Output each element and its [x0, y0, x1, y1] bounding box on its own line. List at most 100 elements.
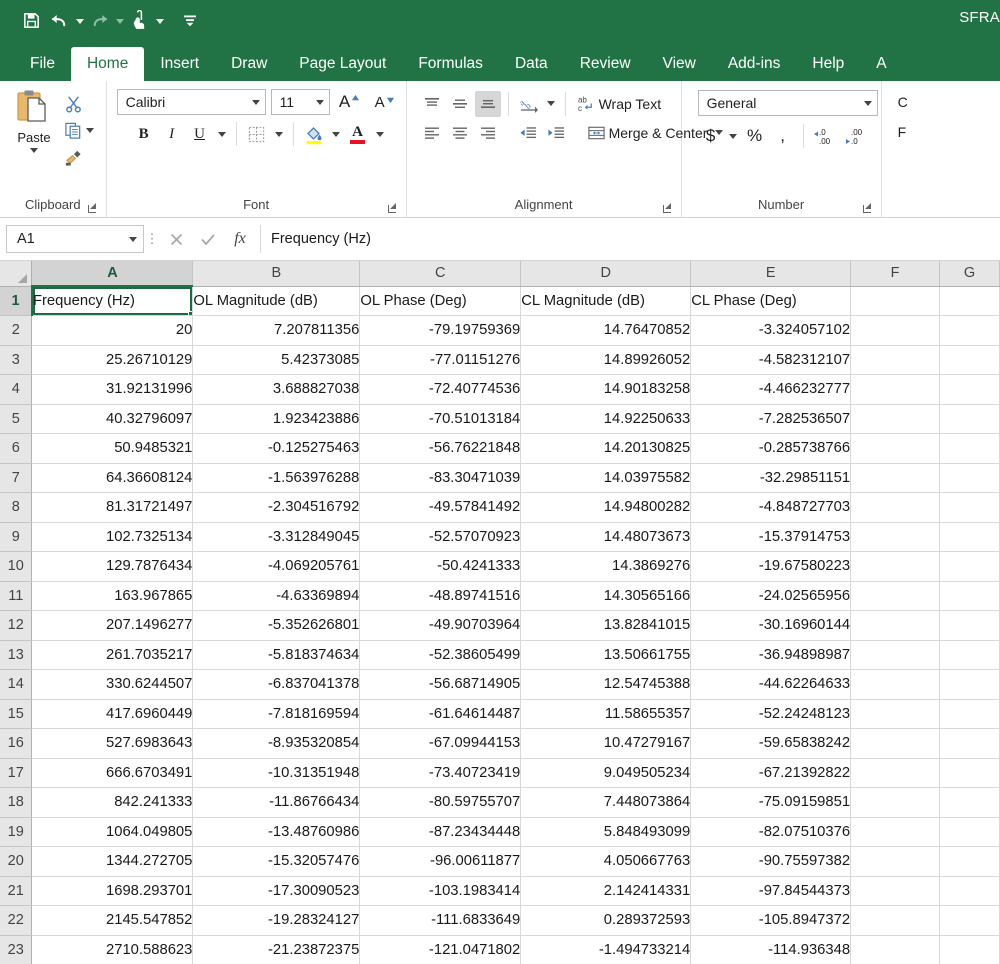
cell-D23[interactable]: -1.494733214 — [520, 935, 692, 964]
cell-C11[interactable]: -48.89741516 — [359, 581, 522, 611]
row-header-4[interactable]: 4 — [0, 374, 33, 405]
cell-C10[interactable]: -50.4241333 — [359, 551, 522, 582]
column-header-d[interactable]: D — [520, 261, 692, 287]
cell-B18[interactable]: -11.86766434 — [192, 787, 361, 818]
cell-C6[interactable]: -56.76221848 — [359, 433, 522, 464]
cell-C13[interactable]: -52.38605499 — [359, 640, 522, 670]
cell-D8[interactable]: 14.94800282 — [520, 492, 692, 523]
cell-A13[interactable]: 261.7035217 — [31, 640, 194, 670]
cell-A12[interactable]: 207.1496277 — [31, 610, 194, 641]
row-header-15[interactable]: 15 — [0, 699, 33, 729]
cell-B3[interactable]: 5.42373085 — [192, 345, 361, 375]
paste-chevron-down-icon[interactable] — [30, 148, 38, 153]
row-header-10[interactable]: 10 — [0, 551, 33, 582]
cell-B4[interactable]: 3.688827038 — [192, 374, 361, 405]
number-dialog-launcher[interactable] — [862, 203, 873, 214]
decrease-font-size-button[interactable]: A — [370, 89, 400, 115]
cell-C9[interactable]: -52.57070923 — [359, 522, 522, 552]
cell-D20[interactable]: 4.050667763 — [520, 846, 692, 877]
cell-G16[interactable] — [939, 728, 1000, 759]
format-painter-button[interactable] — [64, 145, 94, 169]
cell-B17[interactable]: -10.31351948 — [192, 758, 361, 788]
number-format-combo[interactable]: General — [697, 90, 878, 116]
cell-G15[interactable] — [939, 699, 1000, 729]
cell-B19[interactable]: -13.48760986 — [192, 817, 361, 847]
customize-quick-access-toolbar-icon[interactable] — [178, 6, 204, 34]
cell-C5[interactable]: -70.51013184 — [359, 404, 522, 434]
row-header-22[interactable]: 22 — [0, 905, 33, 936]
cell-D17[interactable]: 9.049505234 — [520, 758, 692, 788]
cell-F6[interactable] — [850, 433, 940, 464]
cell-G6[interactable] — [939, 433, 1000, 464]
cell-G18[interactable] — [939, 787, 1000, 818]
accounting-format-button[interactable]: $ — [698, 123, 724, 149]
touch-mouse-mode-icon[interactable] — [126, 6, 152, 34]
touch-mouse-dropdown-chevron-down-icon[interactable] — [156, 19, 164, 24]
cell-E16[interactable]: -59.65838242 — [690, 728, 852, 759]
italic-button[interactable]: I — [159, 121, 185, 147]
column-header-e[interactable]: E — [690, 261, 852, 287]
cell-D12[interactable]: 13.82841015 — [520, 610, 692, 641]
cell-A15[interactable]: 417.6960449 — [31, 699, 194, 729]
cell-F16[interactable] — [850, 728, 940, 759]
cell-A7[interactable]: 64.36608124 — [31, 463, 194, 493]
cell-C4[interactable]: -72.40774536 — [359, 374, 522, 405]
bold-button[interactable]: B — [131, 121, 157, 147]
row-header-5[interactable]: 5 — [0, 404, 33, 434]
tab-home[interactable]: Home — [70, 47, 145, 81]
cell-G2[interactable] — [939, 315, 1000, 346]
cell-G11[interactable] — [939, 581, 1000, 611]
cell-D22[interactable]: 0.289372593 — [520, 905, 692, 936]
cell-F9[interactable] — [850, 522, 940, 552]
decrease-indent-button[interactable] — [515, 120, 541, 146]
copy-button[interactable] — [64, 118, 94, 142]
cell-A19[interactable]: 1064.049805 — [31, 817, 194, 847]
cell-A23[interactable]: 2710.588623 — [31, 935, 194, 964]
cell-E13[interactable]: -36.94898987 — [690, 640, 852, 670]
cell-D18[interactable]: 7.448073864 — [520, 787, 692, 818]
cell-A9[interactable]: 102.7325134 — [31, 522, 194, 552]
tab-data[interactable]: Data — [499, 47, 564, 81]
cell-F14[interactable] — [850, 669, 940, 700]
cell-E7[interactable]: -32.29851151 — [690, 463, 852, 493]
row-header-20[interactable]: 20 — [0, 846, 33, 877]
name-box-chevron-down-icon[interactable] — [129, 236, 137, 242]
cell-D16[interactable]: 10.47279167 — [520, 728, 692, 759]
cell-G14[interactable] — [939, 669, 1000, 700]
increase-font-size-button[interactable]: A — [335, 89, 365, 115]
cell-C3[interactable]: -77.01151276 — [359, 345, 522, 375]
cell-B16[interactable]: -8.935320854 — [192, 728, 361, 759]
row-header-18[interactable]: 18 — [0, 787, 33, 818]
cell-B9[interactable]: -3.312849045 — [192, 522, 361, 552]
cell-B12[interactable]: -5.352626801 — [192, 610, 361, 641]
cell-E5[interactable]: -7.282536507 — [690, 404, 852, 434]
cell-B10[interactable]: -4.069205761 — [192, 551, 361, 582]
cell-E20[interactable]: -90.75597382 — [690, 846, 852, 877]
underline-chevron-down-icon[interactable] — [215, 121, 229, 147]
cell-E8[interactable]: -4.848727703 — [690, 492, 852, 523]
cell-D9[interactable]: 14.48073673 — [520, 522, 692, 552]
cell-F11[interactable] — [850, 581, 940, 611]
row-header-8[interactable]: 8 — [0, 492, 33, 523]
cell-E9[interactable]: -15.37914753 — [690, 522, 852, 552]
cell-E17[interactable]: -67.21392822 — [690, 758, 852, 788]
decrease-decimal-button[interactable]: .00 .0 — [843, 123, 873, 149]
cell-A4[interactable]: 31.92131996 — [31, 374, 194, 405]
cell-B2[interactable]: 7.207811356 — [192, 315, 361, 346]
cell-G10[interactable] — [939, 551, 1000, 582]
fill-color-chevron-down-icon[interactable] — [329, 121, 343, 147]
column-header-b[interactable]: B — [192, 261, 361, 287]
cell-G7[interactable] — [939, 463, 1000, 493]
cell-A6[interactable]: 50.9485321 — [31, 433, 194, 464]
cell-F18[interactable] — [850, 787, 940, 818]
cell-B11[interactable]: -4.63369894 — [192, 581, 361, 611]
cell-E12[interactable]: -30.16960144 — [690, 610, 852, 641]
font-size-chevron-down-icon[interactable] — [315, 99, 324, 105]
borders-button[interactable] — [244, 121, 270, 147]
cell-C15[interactable]: -61.64614487 — [359, 699, 522, 729]
redo-icon[interactable] — [86, 6, 112, 34]
cell-E2[interactable]: -3.324057102 — [690, 315, 852, 346]
cell-C21[interactable]: -103.1983414 — [359, 876, 522, 906]
cell-A2[interactable]: 20 — [31, 315, 194, 346]
cell-E19[interactable]: -82.07510376 — [690, 817, 852, 847]
